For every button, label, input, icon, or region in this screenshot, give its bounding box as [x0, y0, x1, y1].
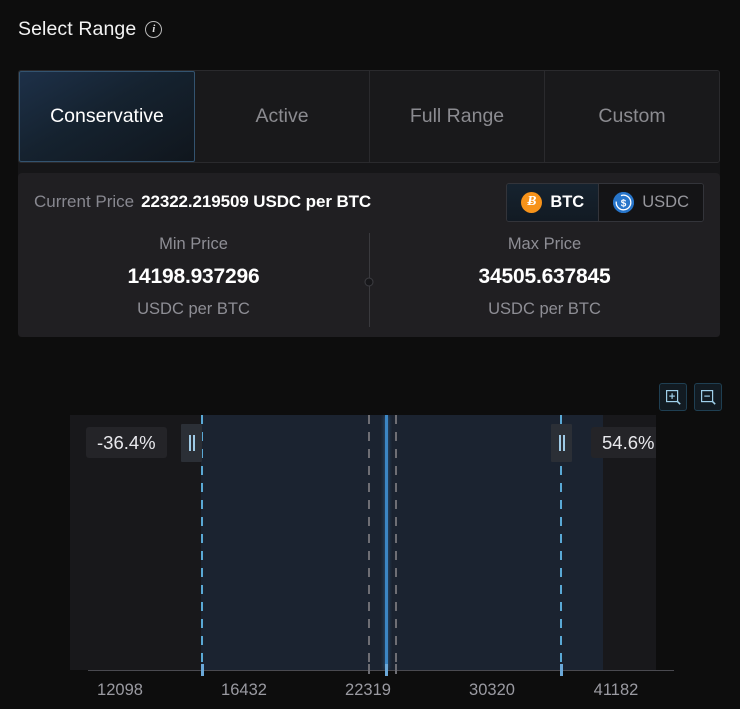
tab-active-label: Active [255, 105, 308, 128]
range-selector-card: Conservative Active Full Range Custom Cu… [18, 70, 720, 337]
tab-custom[interactable]: Custom [545, 71, 719, 162]
token-toggle-btc-label: BTC [550, 193, 584, 212]
max-price-drag-handle[interactable] [551, 424, 572, 462]
axis-tick-min [201, 664, 204, 676]
svg-text:$: $ [621, 198, 627, 209]
max-price-unit: USDC per BTC [369, 300, 720, 319]
min-max-price-row: Min Price 14198.937296 USDC per BTC Max … [18, 231, 720, 337]
zoom-out-icon[interactable] [694, 383, 722, 411]
axis-tick-bound-lower [368, 664, 370, 674]
min-price-value: 14198.937296 [18, 265, 369, 289]
price-range-chart: -36.4% 54.6% 12098 16432 22319 30320 411… [18, 415, 720, 697]
tab-full-range-label: Full Range [410, 105, 504, 128]
current-price-label: Current Price [34, 192, 134, 212]
tab-custom-label: Custom [598, 105, 665, 128]
price-bound-upper-line [395, 415, 397, 670]
axis-label-4: 41182 [594, 681, 639, 700]
page-header: Select Range i [18, 14, 162, 44]
token-toggle-btc[interactable]: Ƀ BTC [507, 184, 599, 221]
chart-x-axis [88, 670, 674, 671]
min-price-drag-handle[interactable] [181, 424, 202, 462]
usdc-icon: $ [613, 192, 634, 213]
token-toggle-usdc-label: USDC [642, 193, 689, 212]
chart-axis-labels: 12098 16432 22319 30320 41182 [18, 681, 720, 709]
min-price-unit: USDC per BTC [18, 300, 369, 319]
grip-line-icon [193, 435, 195, 451]
axis-label-3: 30320 [469, 681, 515, 700]
selected-range-fill [201, 415, 603, 670]
tab-conservative-label: Conservative [50, 105, 164, 128]
grip-line-icon [559, 435, 561, 451]
zoom-in-icon[interactable] [659, 383, 687, 411]
current-price-row: Current Price 22322.219509 USDC per BTC … [18, 173, 720, 231]
token-toggle-usdc[interactable]: $ USDC [599, 184, 703, 221]
min-price-block[interactable]: Min Price 14198.937296 USDC per BTC [18, 231, 369, 319]
max-price-label: Max Price [369, 235, 720, 254]
token-denomination-toggle: Ƀ BTC $ USDC [506, 183, 704, 222]
chart-zoom-controls [659, 383, 722, 411]
grip-line-icon [563, 435, 565, 451]
price-bound-lower-line [368, 415, 370, 670]
range-preset-tabs: Conservative Active Full Range Custom [18, 70, 720, 163]
grip-line-icon [189, 435, 191, 451]
min-price-label: Min Price [18, 235, 369, 254]
tab-full-range[interactable]: Full Range [370, 71, 545, 162]
axis-tick-bound-upper [395, 664, 397, 674]
min-price-percent-badge: -36.4% [86, 427, 167, 458]
tab-conservative[interactable]: Conservative [19, 71, 195, 162]
page-title: Select Range [18, 18, 136, 41]
bitcoin-icon: Ƀ [521, 192, 542, 213]
min-max-divider-dot [365, 277, 374, 286]
max-price-block[interactable]: Max Price 34505.637845 USDC per BTC [369, 231, 720, 319]
max-price-value: 34505.637845 [369, 265, 720, 289]
price-info-panel: Current Price 22322.219509 USDC per BTC … [18, 173, 720, 337]
max-price-percent-badge: 54.6% [591, 427, 656, 458]
axis-label-2: 22319 [345, 681, 391, 700]
info-icon[interactable]: i [145, 21, 162, 38]
axis-tick-max [560, 664, 563, 676]
axis-tick-current [385, 664, 388, 676]
current-price-value: 22322.219509 USDC per BTC [141, 192, 371, 212]
axis-label-0: 12098 [97, 681, 143, 700]
current-price-line [385, 415, 388, 670]
tab-active[interactable]: Active [195, 71, 370, 162]
chart-plot-area[interactable]: -36.4% 54.6% [70, 415, 656, 670]
axis-label-1: 16432 [221, 681, 267, 700]
